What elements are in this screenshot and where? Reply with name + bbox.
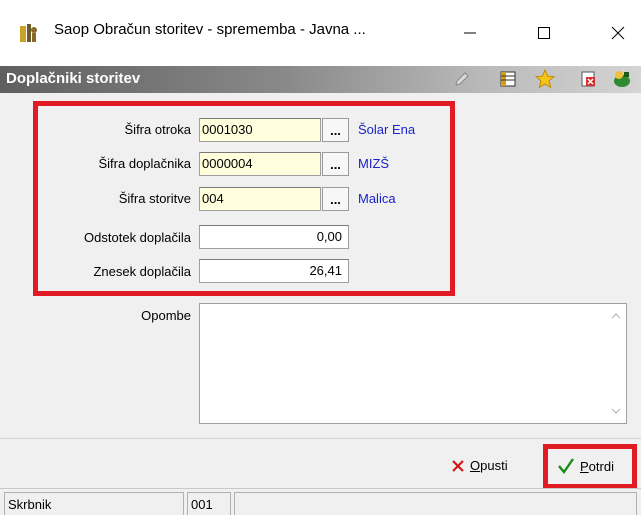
confirm-label: Potrdi (580, 459, 614, 474)
app-icon (20, 24, 37, 42)
payer-code-lookup-button[interactable]: ... (322, 152, 349, 176)
form-header: Doplačniki storitev (0, 66, 641, 93)
service-code-lookup-button[interactable]: ... (322, 187, 349, 211)
columns-icon (500, 71, 516, 87)
ellipsis-icon: ... (330, 191, 341, 207)
close-icon (611, 26, 625, 40)
delete-icon (581, 71, 595, 87)
scroll-down-icon[interactable] (608, 403, 624, 419)
form-title: Doplačniki storitev (6, 70, 141, 87)
window-title: Saop Obračun storitev - sprememba - Javn… (54, 21, 366, 38)
confirm-button[interactable]: Potrdi (557, 458, 614, 474)
maximize-button[interactable] (516, 0, 572, 66)
star-icon (535, 69, 555, 89)
maximize-icon (538, 27, 550, 39)
close-icon (452, 459, 464, 472)
cancel-label-mnemonic: O (470, 458, 481, 473)
child-code-input[interactable]: 0001030 (199, 118, 321, 142)
cancel-label-rest: pusti (480, 458, 508, 473)
child-code-lookup-button[interactable]: ... (322, 118, 349, 142)
columns-button[interactable] (496, 68, 520, 90)
confirm-label-mnemonic: P (580, 458, 589, 474)
minimize-icon (464, 32, 476, 34)
amount-label: Znesek doplačila (93, 264, 191, 279)
minimize-button[interactable] (442, 0, 498, 66)
status-code: 001 (187, 492, 231, 515)
notes-textarea[interactable] (199, 303, 627, 424)
percent-input[interactable]: 0,00 (199, 225, 349, 249)
payer-code-label: Šifra doplačnika (98, 156, 192, 171)
status-bar: Skrbnik 001 (0, 488, 641, 515)
favorite-button[interactable] (533, 68, 557, 90)
window-title-bar: Saop Obračun storitev - sprememba - Javn… (0, 0, 641, 66)
service-name-link[interactable]: Malica (358, 191, 396, 206)
ellipsis-icon: ... (330, 122, 341, 138)
child-code-label: Šifra otroka (124, 122, 191, 137)
status-user: Skrbnik (4, 492, 184, 515)
service-code-input[interactable]: 004 (199, 187, 321, 211)
checkmark-icon (558, 458, 574, 474)
close-button[interactable] (590, 0, 641, 66)
scroll-up-icon[interactable] (608, 308, 624, 324)
cancel-label: Opusti (470, 458, 508, 473)
notes-label: Opombe (141, 308, 191, 323)
percent-label: Odstotek doplačila (84, 230, 191, 245)
delete-button[interactable] (576, 68, 600, 90)
cancel-button[interactable]: Opusti (451, 458, 508, 473)
payer-code-input[interactable]: 0000004 (199, 152, 321, 176)
edit-icon (455, 72, 469, 86)
divider (0, 438, 641, 439)
amount-input[interactable]: 26,41 (199, 259, 349, 283)
edit-button[interactable] (450, 68, 474, 90)
status-extra (234, 492, 637, 515)
exit-icon (614, 71, 630, 87)
payer-name-link[interactable]: MIZŠ (358, 156, 389, 171)
child-name-link[interactable]: Šolar Ena (358, 122, 415, 137)
exit-button[interactable] (610, 68, 634, 90)
confirm-label-rest: otrdi (588, 458, 614, 474)
service-code-label: Šifra storitve (118, 191, 191, 206)
ellipsis-icon: ... (330, 156, 341, 172)
